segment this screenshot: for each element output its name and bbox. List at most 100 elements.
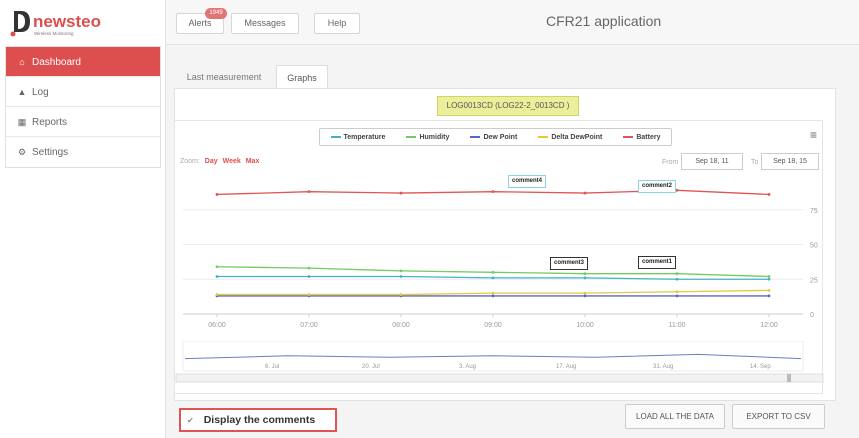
legend-item[interactable]: Temperature [330, 134, 385, 141]
home-icon: ⌂ [19, 57, 25, 67]
sensor-label[interactable]: LOG0013CD (LOG22-2_0013CD ) [437, 96, 579, 116]
navigator-label: 3. Aug [459, 364, 476, 370]
data-point [399, 293, 403, 296]
data-point [215, 275, 219, 278]
tab-graphs[interactable]: Graphs [276, 65, 328, 89]
zoom-day-button[interactable]: Day [205, 158, 218, 165]
navigator-area[interactable]: 6. Jul 20. Jul 3. Aug 17. Aug 31. Aug 14. Sep [175, 341, 824, 391]
data-point [399, 275, 403, 278]
legend-label: Battery [636, 133, 661, 141]
data-point [491, 294, 495, 298]
x-tick-label: 06:00 [208, 322, 226, 329]
navigator-label: 17. Aug [556, 364, 576, 370]
data-point [491, 270, 495, 274]
legend-label: Delta DewPoint [551, 133, 603, 141]
comment-box[interactable]: comment1 [638, 256, 677, 269]
display-comments-checkbox[interactable]: ✔ Display the comments [179, 408, 337, 432]
from-date-input[interactable] [681, 153, 743, 170]
legend-item[interactable]: Humidity [406, 134, 449, 141]
data-point [307, 275, 311, 278]
scrollbar-thumb[interactable] [787, 374, 791, 382]
y-tick-label: 75 [810, 208, 818, 215]
zoom-max-button[interactable]: Max [246, 158, 260, 165]
data-point [307, 293, 311, 296]
sidebar-nav: ⌂ Dashboard ▲ Log ▦ Reports ⚙ Settings [5, 46, 161, 168]
alerts-badge: 1949 [205, 8, 227, 19]
x-tick-label: 12:00 [760, 322, 778, 329]
data-point [675, 188, 679, 192]
comment-box[interactable]: comment2 [638, 180, 677, 193]
legend-swatch [623, 136, 634, 138]
data-point [767, 294, 771, 298]
sidebar-item-log[interactable]: ▲ Log [6, 77, 160, 107]
bell-icon: ▲ [17, 87, 27, 97]
data-point [215, 265, 219, 269]
sidebar-item-reports[interactable]: ▦ Reports [6, 107, 160, 137]
help-button[interactable]: Help [314, 13, 360, 34]
report-icon: ▦ [17, 117, 27, 127]
legend-item[interactable]: Dew Point [470, 134, 517, 141]
export-csv-button[interactable]: EXPORT TO CSV [732, 404, 825, 429]
legend-item[interactable]: Delta DewPoint [538, 134, 602, 141]
data-point [767, 275, 771, 278]
newsteo-logo[interactable]: newsteo Wireless Monitoring [10, 8, 140, 38]
to-date-input[interactable] [761, 153, 819, 170]
data-point [767, 288, 771, 292]
y-tick-label: 0 [810, 312, 814, 319]
data-point [583, 294, 587, 298]
hamburger-menu-icon[interactable]: ≡ [810, 129, 817, 141]
load-all-data-button[interactable]: LOAD ALL THE DATA [625, 404, 725, 429]
navigator-scrollbar[interactable] [175, 373, 824, 383]
legend-swatch [330, 136, 341, 138]
data-point [675, 277, 679, 281]
y-tick-label: 25 [810, 277, 818, 284]
data-point [215, 193, 219, 196]
data-point [583, 276, 587, 280]
plot-area: 0 25 50 75 06:00 07:00 08:00 09:00 10:00 11:00 12:… [183, 188, 818, 329]
zoom-week-button[interactable]: Week [223, 158, 241, 165]
legend-swatch [538, 136, 549, 138]
legend-label: Dew Point [483, 133, 518, 141]
sidebar-item-dashboard[interactable]: ⌂ Dashboard [6, 47, 160, 77]
data-point [767, 193, 771, 196]
data-point [675, 290, 679, 294]
sidebar: newsteo Wireless Monitoring ⌂ Dashboard ▲… [0, 0, 166, 438]
zoom-selector: Zoom: Day Week Max [180, 158, 259, 165]
data-point [307, 190, 311, 194]
comment-box[interactable]: comment4 [508, 175, 547, 188]
x-tick-label: 08:00 [392, 322, 410, 329]
bottom-bar: ✔ Display the comments LOAD ALL THE DATA… [174, 400, 836, 438]
sensor-chart: Temperature Humidity Dew Point Delta DewPoi… [174, 120, 824, 394]
checkmark-icon: ✔ [187, 415, 194, 425]
data-point [307, 266, 311, 270]
navigator-label: 20. Jul [362, 364, 380, 370]
app-title: CFR21 application [546, 13, 662, 29]
data-point [675, 272, 679, 276]
to-label: To [751, 159, 759, 166]
sidebar-item-settings[interactable]: ⚙ Settings [6, 137, 160, 167]
sidebar-item-label: Reports [32, 117, 68, 128]
legend-swatch [406, 136, 417, 138]
y-tick-label: 50 [810, 243, 818, 250]
tab-last-measurement[interactable]: Last measurement [174, 65, 274, 89]
legend-swatch [470, 136, 481, 138]
data-point [491, 276, 495, 280]
comment-box[interactable]: comment3 [550, 257, 589, 270]
navigator-label: 6. Jul [265, 364, 279, 370]
sidebar-item-label: Dashboard [32, 57, 81, 68]
top-bar: Alerts 1949 Messages Help CFR21 applicat… [166, 0, 859, 45]
svg-text:Wireless Monitoring: Wireless Monitoring [34, 31, 74, 36]
data-point [583, 191, 587, 195]
x-tick-label: 09:00 [484, 322, 502, 329]
legend-label: Humidity [419, 133, 450, 141]
data-point [675, 294, 679, 298]
x-tick-label: 11:00 [669, 322, 686, 329]
settings-icon: ⚙ [17, 147, 27, 157]
data-point [491, 291, 495, 295]
legend-item[interactable]: Battery [623, 134, 660, 141]
alerts-button[interactable]: Alerts 1949 [176, 8, 227, 34]
from-label: From [662, 159, 679, 166]
alerts-label: Alerts [188, 18, 212, 28]
messages-button[interactable]: Messages [231, 13, 299, 34]
data-point [583, 291, 587, 295]
